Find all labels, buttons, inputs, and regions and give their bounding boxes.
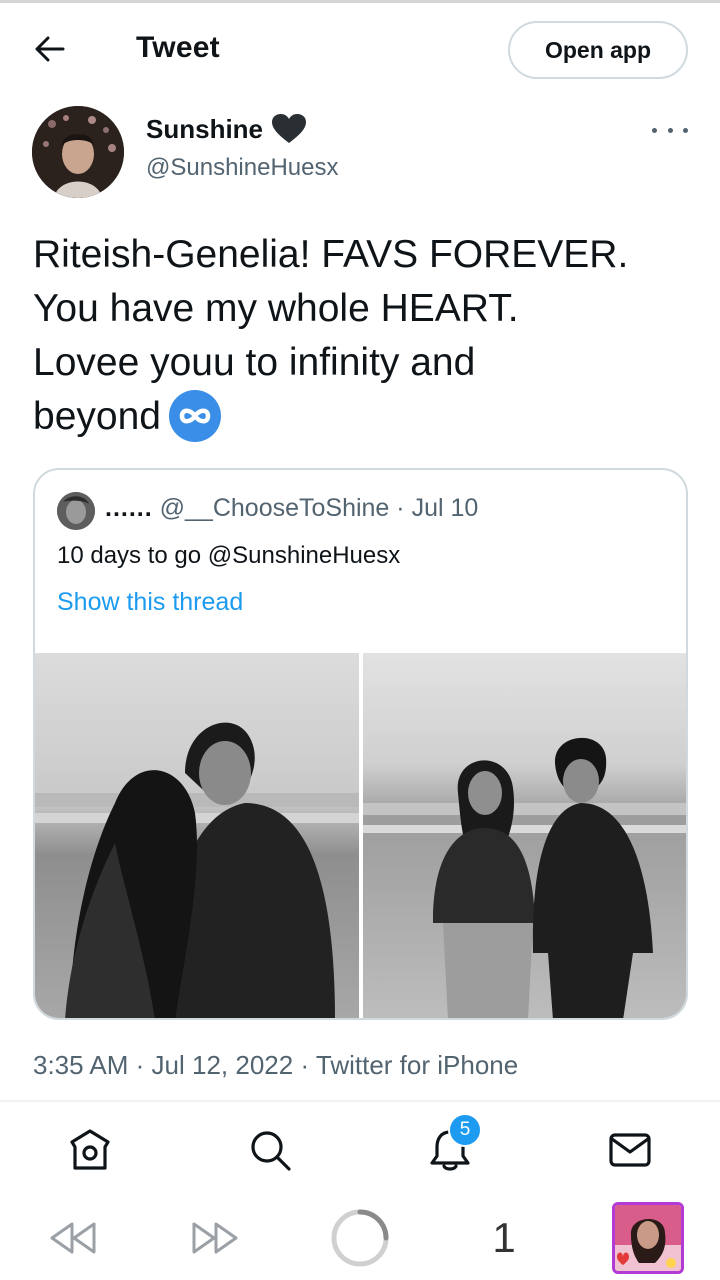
browser-profile-thumbnail[interactable] [612,1202,684,1274]
author-avatar[interactable] [32,106,124,198]
quoted-author-avatar [57,492,95,530]
quoted-photo-1[interactable] [35,653,359,1018]
tab-messages[interactable] [600,1120,660,1180]
author-display-name: Sunshine [146,113,264,144]
tab-home[interactable] [60,1120,120,1180]
separator-dot: · [396,494,405,522]
tweet-text: Riteish-Genelia! FAVS FOREVER. You have … [33,228,703,445]
fast-forward-icon [192,1222,238,1254]
browser-reload-button[interactable] [328,1206,392,1270]
tab-count-button[interactable]: 1 [484,1210,524,1266]
tweet-line-last: beyond [33,389,703,445]
author-handle[interactable]: @SunshineHuesx [146,154,338,182]
tweet-timestamp: 3:35 AM · Jul 12, 2022 · Twitter for iPh… [33,1050,518,1081]
back-button[interactable] [24,27,76,71]
separator-dot: · [300,1050,310,1080]
quoted-photo-2[interactable] [363,653,686,1018]
browser-forward-button[interactable] [184,1206,248,1270]
notification-badge: 5 [448,1113,482,1147]
profile-image [615,1205,681,1271]
home-icon [70,1129,110,1170]
arrow-left-icon [35,36,65,62]
avatar-image [32,106,124,198]
author-name[interactable]: Sunshine [146,113,307,145]
quoted-tweet-header: ...... @__ChooseToShine · Jul 10 [105,494,478,523]
quoted-tweet-text: 10 days to go @SunshineHuesx [57,542,401,569]
photo-image [363,653,686,1018]
more-dot-icon [667,127,673,133]
infinity-icon [168,389,221,442]
quoted-author-handle: @__ChooseToShine [159,494,390,522]
tab-search[interactable] [240,1120,300,1180]
divider [0,1100,720,1102]
tweet-line: Lovee youu to infinity and [33,341,476,384]
tweet-line: beyond [33,395,161,438]
messages-icon [609,1133,651,1167]
more-options-button[interactable] [652,118,688,142]
top-nav-bar: Tweet Open app [0,3,720,93]
quoted-tweet-card[interactable]: ...... @__ChooseToShine · Jul 10 10 days… [33,468,688,1020]
search-icon [251,1131,291,1171]
tweet-line: You have my whole HEART. [33,287,519,330]
page-title: Tweet [136,31,220,64]
tweet-time: 3:35 AM [33,1050,129,1080]
more-dot-icon [652,127,657,133]
tweet-line: Riteish-Genelia! FAVS FOREVER. [33,233,629,276]
tweet-source[interactable]: Twitter for iPhone [316,1050,518,1080]
tweet-date: Jul 12, 2022 [151,1050,294,1080]
separator-dot: · [135,1050,145,1080]
open-app-button[interactable]: Open app [508,21,688,79]
browser-back-button[interactable] [40,1206,104,1270]
quoted-author-name: ...... [105,494,153,522]
more-dot-icon [683,127,688,133]
rewind-icon [50,1222,96,1254]
show-thread-link[interactable]: Show this thread [57,588,243,617]
quoted-tweet-date: Jul 10 [411,494,479,522]
photo-image [35,653,359,1018]
loading-spinner-icon [331,1209,389,1267]
black-heart-icon [272,114,307,143]
